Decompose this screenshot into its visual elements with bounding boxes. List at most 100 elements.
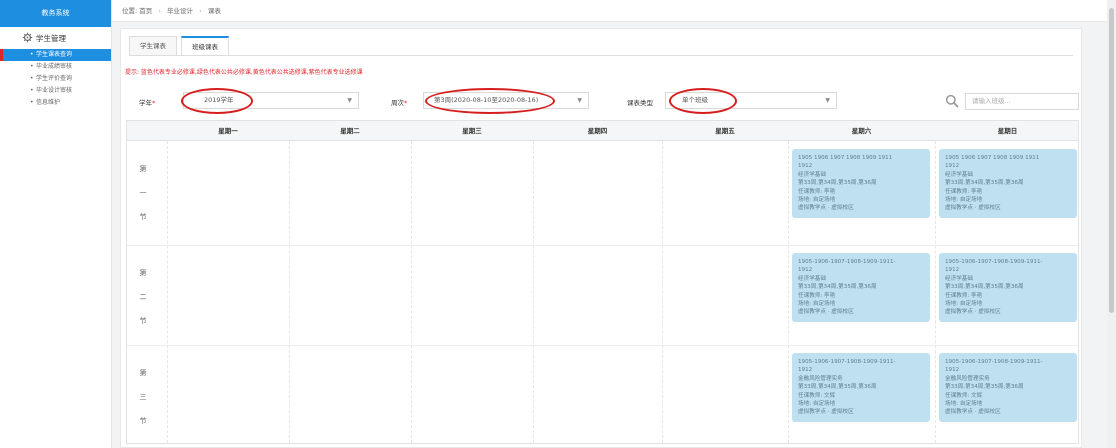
search-input[interactable]: 请输入班级... xyxy=(965,93,1079,110)
period-char: 节 xyxy=(139,417,147,425)
course-card-line: 场地: 自定场地 xyxy=(945,401,983,408)
sidebar-group-label: 学生管理 xyxy=(36,33,66,43)
sidebar-group-student[interactable]: 学生管理 xyxy=(0,27,111,49)
day-header: 星期四 xyxy=(587,127,608,135)
course-card-line: 场地: 自定场地 xyxy=(945,301,983,308)
highlight-ring-term xyxy=(181,88,253,114)
course-card[interactable]: 1905-1906-1907-1908-1909-1911- 1912 金融风险管理… xyxy=(792,353,930,422)
highlight-ring-week xyxy=(425,88,555,114)
course-card-line: 1912 xyxy=(798,367,813,374)
breadcrumb-prefix: 位置: xyxy=(122,7,138,15)
course-card-line: 第33周,第34周,第35周,第36周 xyxy=(945,384,1024,391)
course-card-line: 第33周,第34周,第35周,第36周 xyxy=(945,284,1024,291)
sidebar-item[interactable]: 信息维护 xyxy=(0,97,111,109)
column-divider xyxy=(788,141,789,443)
breadcrumb-item-home[interactable]: 首页 xyxy=(139,7,152,15)
course-card-line: 虚拟教学点 · 虚拟校区 xyxy=(945,205,1001,212)
breadcrumb-separator: › xyxy=(199,7,202,15)
course-card-line: 1912 xyxy=(798,267,813,274)
course-card-line: 第33周,第34周,第35周,第36周 xyxy=(945,180,1024,187)
sidebar-item[interactable]: 毕业设计审核 xyxy=(0,85,111,97)
course-card-line: 1912 xyxy=(945,367,960,374)
course-card-line: 经济学基础 xyxy=(945,275,973,282)
search-icon[interactable] xyxy=(945,94,959,108)
course-card-line: 虚拟教学点 · 虚拟校区 xyxy=(945,309,1001,316)
column-divider xyxy=(533,141,534,443)
term-label: 学年* xyxy=(139,99,156,107)
column-divider xyxy=(289,141,290,443)
breadcrumb-separator: › xyxy=(158,7,161,15)
breadcrumb: 位置: 首页 › 毕业设计 › 课表 xyxy=(112,0,1116,22)
course-card-line: 任课教师: 李艳 xyxy=(798,188,836,195)
period-char: 第 xyxy=(139,165,147,173)
tab-class-timetable[interactable]: 班级课表 xyxy=(181,36,229,56)
week-label: 周次* xyxy=(391,99,408,107)
highlight-ring-type xyxy=(669,88,737,114)
course-card-line: 1905 1906 1907 1908 1909 1911 xyxy=(798,155,893,161)
course-card-line: 金融风险管理实务 xyxy=(945,375,990,382)
timetable-header: 星期一 星期二 星期三 星期四 星期五 星期六 星期日 xyxy=(127,121,1078,141)
course-card-line: 1905-1906-1907-1908-1909-1911- xyxy=(945,359,1043,365)
breadcrumb-item-current: 课表 xyxy=(207,7,221,15)
period-char: 三 xyxy=(139,393,147,401)
course-card-line: 任课教师: 文辉 xyxy=(798,392,836,399)
course-card-line: 任课教师: 李艳 xyxy=(798,292,836,299)
course-card[interactable]: 1905-1906-1907-1908-1909-1911- 1912 经济学基础第… xyxy=(939,253,1077,322)
column-divider xyxy=(935,141,936,443)
course-card-line: 1912 xyxy=(945,267,960,274)
sidebar-item[interactable]: 学生课表查询 xyxy=(0,49,111,61)
column-divider xyxy=(662,141,663,443)
chevron-down-icon: ▼ xyxy=(577,97,582,104)
course-card-line: 经济学基础 xyxy=(798,171,826,178)
course-card-line: 第33周,第34周,第35周,第36周 xyxy=(798,180,877,187)
main-panel: 学生课表 班级课表 提示: 蓝色代表专业必修课,绿色代表公共必修课,黄色代表公共… xyxy=(120,28,1082,448)
scrollbar-thumb[interactable] xyxy=(1109,8,1114,313)
period-char: 节 xyxy=(139,213,147,221)
day-header: 星期五 xyxy=(715,127,735,135)
day-header: 星期日 xyxy=(997,127,1018,135)
breadcrumb-item-module[interactable]: 毕业设计 xyxy=(167,7,193,15)
period-label: 第三节 xyxy=(137,361,149,433)
column-divider xyxy=(167,141,168,443)
color-legend-hint: 提示: 蓝色代表专业必修课,绿色代表公共必修课,黄色代表公共选修课,紫色代表专业… xyxy=(125,69,363,76)
period-label: 第一节 xyxy=(137,157,149,229)
course-card-line: 1912 xyxy=(798,163,813,170)
tab-student-timetable[interactable]: 学生课表 xyxy=(129,36,177,56)
period-char: 二 xyxy=(139,293,147,301)
period-label: 第二节 xyxy=(137,261,149,333)
course-card-line: 场地: 自定场地 xyxy=(798,301,836,308)
type-label: 课表类型 xyxy=(627,99,653,107)
course-card-line: 经济学基础 xyxy=(798,275,826,282)
gear-icon xyxy=(22,32,33,43)
page-scrollbar[interactable] xyxy=(1107,0,1116,448)
course-card-line: 虚拟教学点 · 虚拟校区 xyxy=(798,205,854,212)
sidebar: 教务系统 学生管理 学生课表查询毕业成绩审核学生评价查询毕业设计审核信息维护 xyxy=(0,0,112,448)
app: 教务系统 学生管理 学生课表查询毕业成绩审核学生评价查询毕业设计审核信息维护 位… xyxy=(0,0,1116,448)
period-char: 第 xyxy=(139,269,147,277)
chevron-down-icon: ▼ xyxy=(347,97,352,104)
period-char: 节 xyxy=(139,317,147,325)
day-header: 星期六 xyxy=(851,127,872,135)
course-card-line: 场地: 自定场地 xyxy=(798,197,836,204)
course-card-line: 1905-1906-1907-1908-1909-1911- xyxy=(798,259,896,265)
course-card[interactable]: 1905-1906-1907-1908-1909-1911- 1912 金融风险管理… xyxy=(939,353,1077,422)
day-header: 星期三 xyxy=(462,127,482,135)
filter-bar: 学年* 2019学年 ▼ 周次* 第3周(2020-08-10至2020-08-… xyxy=(121,87,1083,115)
day-header: 星期二 xyxy=(340,127,360,135)
course-card-line: 第33周,第34周,第35周,第36周 xyxy=(798,384,877,391)
course-card-line: 经济学基础 xyxy=(945,171,973,178)
timetable: 星期一 星期二 星期三 星期四 星期五 星期六 星期日 第一节第二节第三节 1905 1906… xyxy=(126,120,1079,444)
course-card[interactable]: 1905 1906 1907 1908 1909 1911 1912 经济学基础 第3… xyxy=(939,149,1077,218)
course-card-line: 1912 xyxy=(945,163,960,170)
column-divider xyxy=(411,141,412,443)
active-indicator xyxy=(0,49,3,61)
day-header: 星期一 xyxy=(218,127,238,135)
period-char: 一 xyxy=(139,189,147,197)
tab-bar: 学生课表 班级课表 xyxy=(129,36,233,56)
course-card-line: 虚拟教学点 · 虚拟校区 xyxy=(798,309,854,316)
sidebar-item[interactable]: 毕业成绩审核 xyxy=(0,61,111,73)
course-card[interactable]: 1905-1906-1907-1908-1909-1911- 1912 经济学基础第… xyxy=(792,253,930,322)
course-card[interactable]: 1905 1906 1907 1908 1909 1911 1912 经济学基础第3… xyxy=(792,149,930,218)
sidebar-items: 学生课表查询毕业成绩审核学生评价查询毕业设计审核信息维护 xyxy=(0,49,111,109)
sidebar-item[interactable]: 学生评价查询 xyxy=(0,73,111,85)
